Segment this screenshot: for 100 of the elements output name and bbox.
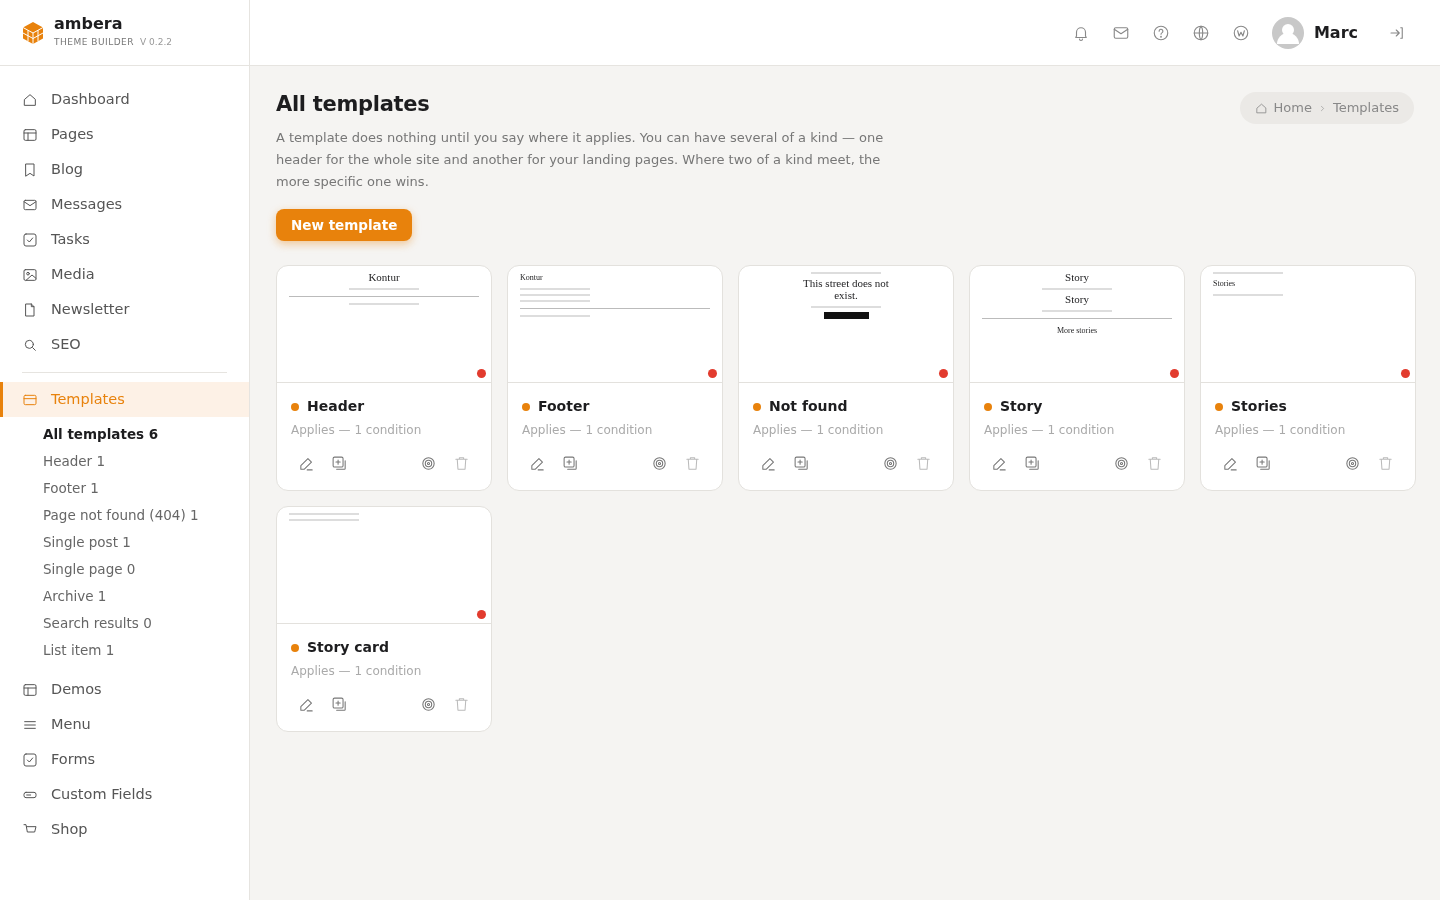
target-icon[interactable] (420, 455, 437, 473)
record-icon (1401, 369, 1410, 379)
help-icon[interactable] (1151, 23, 1170, 42)
user-name: Marc (1313, 21, 1358, 44)
sidebar-item[interactable]: SEO (0, 327, 249, 362)
template-title: Story (1000, 397, 1043, 417)
checkbox-icon (22, 751, 38, 768)
text-line-drawing (1213, 272, 1283, 275)
avatar[interactable] (1271, 16, 1304, 49)
preview-text: More stories (1056, 324, 1098, 337)
text-line-drawing (1213, 294, 1283, 297)
applies-text: Applies — 1 condition (1215, 422, 1347, 440)
sidebar-item[interactable]: Media (0, 257, 249, 292)
template-title: Stories (1231, 397, 1287, 417)
target-icon[interactable] (1344, 455, 1361, 473)
globe-icon[interactable] (1191, 23, 1210, 42)
sidebar-item[interactable]: Forms (0, 742, 249, 777)
add-copy-icon[interactable] (1024, 455, 1041, 473)
text-line-drawing (1042, 288, 1112, 290)
status-dot (1215, 402, 1223, 411)
target-icon[interactable] (1113, 455, 1130, 473)
w-circle-icon[interactable] (1231, 23, 1250, 42)
record-icon (477, 610, 486, 620)
status-dot (291, 643, 299, 652)
submenu-item[interactable]: All templates 6 (0, 421, 249, 448)
add-copy-icon[interactable] (562, 455, 579, 473)
home-icon (22, 91, 38, 108)
checkbox-icon (22, 231, 38, 248)
trash-icon[interactable] (915, 455, 932, 473)
document-icon (22, 301, 38, 318)
target-icon[interactable] (420, 696, 437, 714)
template-title: Header (307, 397, 365, 417)
layout-icon (22, 126, 38, 143)
submenu-item[interactable]: Page not found (404) 1 (0, 502, 249, 529)
applies-text: Applies — 1 condition (753, 422, 885, 440)
edit-icon[interactable] (991, 455, 1008, 473)
trash-icon[interactable] (453, 696, 470, 714)
target-icon[interactable] (882, 455, 899, 473)
add-copy-icon[interactable] (331, 696, 348, 714)
preview-button-drawing (823, 311, 869, 319)
text-line-drawing (289, 513, 359, 516)
submenu-item[interactable]: Single page 0 (0, 556, 249, 583)
template-title: Footer (538, 397, 590, 417)
applies-text: Applies — 1 condition (522, 422, 654, 440)
status-dot (984, 402, 992, 411)
edit-icon[interactable] (760, 455, 777, 473)
text-line-drawing (811, 272, 881, 275)
sidebar-item[interactable]: Demos (0, 672, 249, 707)
target-icon[interactable] (651, 455, 668, 473)
sidebar-item[interactable]: Shop (0, 812, 249, 847)
submenu-item[interactable]: List item 1 (0, 637, 249, 664)
template-title: Story card (307, 638, 389, 658)
applies-text: Applies — 1 condition (291, 422, 423, 440)
preview-heading: Kontur (368, 272, 400, 284)
brand-name: ambera (54, 15, 124, 32)
submenu-item[interactable]: Footer 1 (0, 475, 249, 502)
home-icon (1254, 101, 1268, 115)
text-line-drawing (520, 300, 590, 303)
trash-icon[interactable] (453, 455, 470, 473)
record-icon (708, 369, 717, 379)
record-icon (1170, 369, 1179, 379)
trash-icon[interactable] (684, 455, 701, 473)
preview-text: Stories (1213, 278, 1237, 291)
sidebar-item[interactable]: Tasks (0, 222, 249, 257)
brand-subtitle: THEME BUILDER (54, 35, 135, 49)
add-copy-icon[interactable] (1255, 455, 1272, 473)
add-copy-icon[interactable] (331, 455, 348, 473)
trash-icon[interactable] (1146, 455, 1163, 473)
text-line-drawing (520, 315, 590, 318)
sidebar-item[interactable]: Custom Fields (0, 777, 249, 812)
page-description: A template does nothing until you say where it applies. You can have several of a kind — one header for the whole site and another for your landing pages. Where two of a kind meet, the more specific one wins. (276, 129, 885, 192)
sidebar-item[interactable]: Blog (0, 152, 249, 187)
submenu-item[interactable]: Single post 1 (0, 529, 249, 556)
sidebar-item[interactable]: Dashboard (0, 82, 249, 117)
edit-icon[interactable] (298, 696, 315, 714)
record-icon (939, 369, 948, 379)
cube-logo-icon (22, 20, 44, 45)
sidebar-item[interactable]: Pages (0, 117, 249, 152)
edit-icon[interactable] (298, 455, 315, 473)
text-line-drawing (349, 288, 419, 290)
page-title: All templates (276, 92, 431, 118)
preview-heading: Story (1065, 272, 1089, 284)
sidebar-item[interactable]: Menu (0, 707, 249, 742)
status-dot (753, 402, 761, 411)
text-line-drawing (289, 519, 359, 522)
submenu-item[interactable]: Header 1 (0, 448, 249, 475)
status-dot (522, 402, 530, 411)
edit-icon[interactable] (1222, 455, 1239, 473)
edit-icon[interactable] (529, 455, 546, 473)
sidebar-item[interactable]: Newsletter (0, 292, 249, 327)
text-line-drawing (520, 294, 590, 297)
preview-text: Kontur (520, 272, 544, 285)
text-line-drawing (811, 305, 881, 308)
preview-heading: Story (1065, 294, 1089, 306)
trash-icon[interactable] (1377, 455, 1394, 473)
sidebar-item[interactable]: Messages (0, 187, 249, 222)
submenu-item[interactable]: Archive 1 (0, 583, 249, 610)
submenu-item[interactable]: Search results 0 (0, 610, 249, 637)
add-copy-icon[interactable] (793, 455, 810, 473)
applies-text: Applies — 1 condition (984, 422, 1116, 440)
